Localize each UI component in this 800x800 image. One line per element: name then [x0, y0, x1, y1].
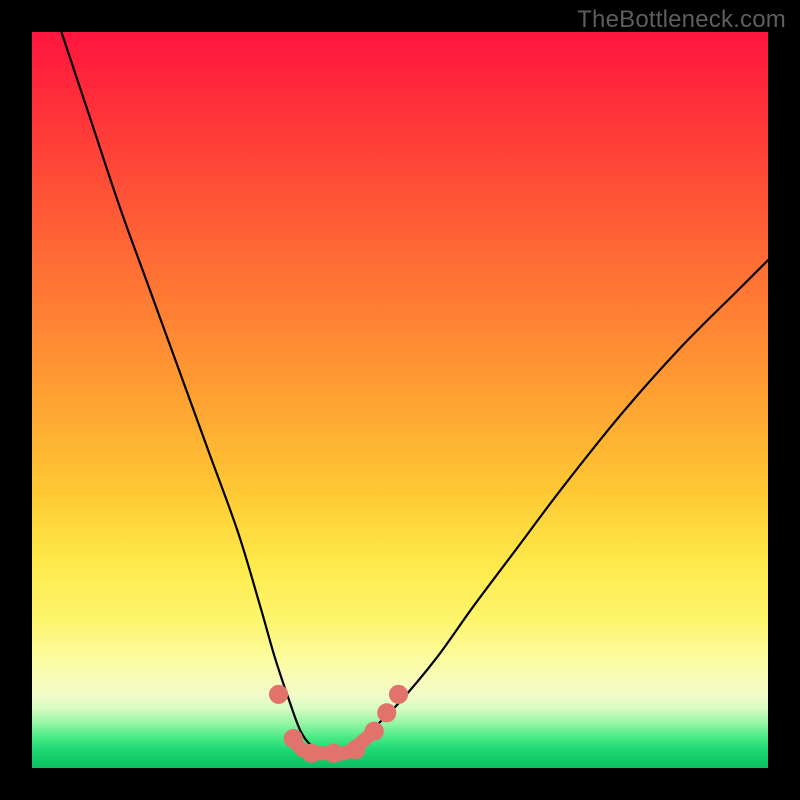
chart-svg	[32, 32, 768, 768]
marker-dots	[269, 685, 408, 763]
outer-black-frame: TheBottleneck.com	[0, 0, 800, 800]
marker-dot	[346, 740, 365, 759]
bottleneck-curve	[61, 32, 768, 754]
marker-dot	[284, 729, 303, 748]
marker-dot	[324, 744, 343, 763]
marker-dot	[302, 744, 321, 763]
watermark-text: TheBottleneck.com	[577, 6, 786, 34]
marker-dot	[269, 685, 288, 704]
marker-dot	[365, 722, 384, 741]
marker-dot	[389, 685, 408, 704]
marker-dot	[377, 703, 396, 722]
plot-area	[32, 32, 768, 768]
